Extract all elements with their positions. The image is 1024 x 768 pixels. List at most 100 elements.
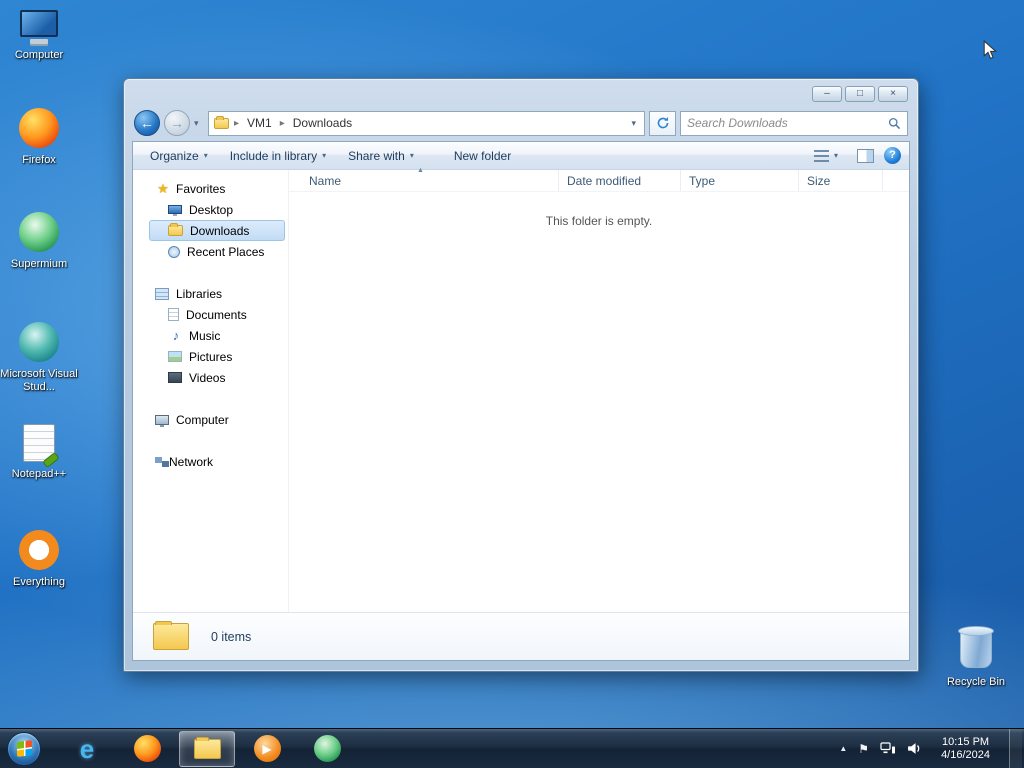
navigation-pane: ★ Favorites Desktop Downloads Recent Pla…: [133, 170, 289, 612]
details-pane: 0 items: [133, 612, 909, 660]
documents-icon: [168, 308, 179, 321]
sidebar-item-documents[interactable]: Documents: [149, 304, 285, 325]
sidebar-item-label: Recent Places: [187, 244, 265, 259]
include-in-library-label: Include in library: [229, 148, 318, 163]
sidebar-item-music[interactable]: ♪ Music: [149, 325, 285, 346]
visual-studio-icon: [19, 322, 59, 362]
back-button[interactable]: ←: [134, 110, 160, 136]
supermium-icon: [313, 735, 341, 762]
history-dropdown-button[interactable]: ▾: [194, 118, 204, 129]
change-view-button[interactable]: ▾: [805, 146, 847, 166]
taskbar-button-media-player[interactable]: ▶: [239, 731, 295, 767]
taskbar-button-supermium[interactable]: [299, 731, 355, 767]
desktop-icon-supermium[interactable]: Supermium: [0, 212, 78, 271]
taskbar-button-internet-explorer[interactable]: e: [59, 731, 115, 767]
new-folder-button[interactable]: New folder: [445, 145, 520, 167]
explorer-folder-icon: [193, 736, 221, 759]
desktop-icon-label: Recycle Bin: [946, 676, 1006, 688]
maximize-icon: □: [856, 88, 864, 99]
sidebar-item-network[interactable]: Network: [133, 451, 288, 472]
videos-icon: [168, 372, 182, 383]
sidebar-item-label: Documents: [186, 307, 247, 322]
sidebar-item-desktop[interactable]: Desktop: [149, 199, 285, 220]
sidebar-item-downloads[interactable]: Downloads: [149, 220, 285, 241]
sidebar-item-videos[interactable]: Videos: [149, 367, 285, 388]
action-center-icon[interactable]: ⚑: [858, 742, 869, 756]
column-header-date-modified[interactable]: Date modified: [559, 170, 681, 191]
title-bar[interactable]: – □ ×: [124, 79, 918, 105]
sidebar-item-label: Downloads: [190, 223, 250, 238]
sidebar-item-label: Network: [169, 454, 214, 469]
command-toolbar: Organize ▾ Include in library ▾ Share wi…: [133, 142, 909, 170]
forward-arrow-icon: →: [170, 115, 184, 131]
network-icon: [155, 456, 162, 463]
column-label: Date modified: [567, 174, 642, 188]
address-dropdown-button[interactable]: ▾: [628, 118, 639, 129]
desktop-icon-computer[interactable]: Computer: [0, 10, 78, 62]
column-header-size[interactable]: Size: [799, 170, 883, 191]
column-header-name[interactable]: ▲ Name: [289, 167, 559, 191]
show-desktop-button[interactable]: [1009, 729, 1022, 768]
supermium-icon: [19, 212, 59, 252]
help-button[interactable]: ?: [884, 147, 901, 164]
sidebar-item-label: Libraries: [176, 286, 223, 301]
breadcrumb-separator-icon: ▸: [234, 117, 240, 129]
column-label: Name: [309, 174, 342, 188]
address-bar[interactable]: ▸ VM1 ▸ Downloads ▾: [208, 110, 645, 136]
list-view-icon: [813, 149, 829, 162]
desktop-icon-firefox[interactable]: Firefox: [0, 108, 78, 167]
window-body: Organize ▾ Include in library ▾ Share wi…: [132, 141, 910, 661]
sidebar-item-computer[interactable]: Computer: [133, 409, 288, 430]
chevron-down-icon: ▾: [409, 151, 414, 160]
organize-label: Organize: [150, 148, 199, 163]
search-input[interactable]: [687, 116, 884, 130]
firefox-icon: [133, 735, 161, 762]
pictures-icon: [168, 351, 182, 362]
breadcrumb-root[interactable]: VM1: [244, 114, 275, 132]
desktop-icon-label: Everything: [13, 576, 65, 588]
recycle-bin-icon: [958, 626, 994, 668]
refresh-button[interactable]: [649, 110, 676, 136]
libraries-icon: [155, 287, 169, 300]
organize-button[interactable]: Organize ▾: [141, 145, 217, 167]
desktop-icon-label: Firefox: [22, 154, 56, 166]
include-in-library-button[interactable]: Include in library ▾: [221, 145, 335, 167]
volume-icon[interactable]: [907, 742, 922, 755]
desktop-icon-visual-studio[interactable]: Microsoft Visual Stud...: [0, 322, 78, 394]
file-list-area[interactable]: ▲ Name Date modified Type Size This fold…: [289, 167, 909, 612]
desktop-icon-label: Computer: [14, 49, 64, 61]
taskbar-button-explorer[interactable]: [179, 730, 235, 767]
sidebar-item-label: Desktop: [189, 202, 234, 217]
breadcrumb-current[interactable]: Downloads: [290, 114, 355, 132]
empty-folder-message: This folder is empty.: [545, 214, 653, 228]
start-button[interactable]: [7, 731, 41, 766]
media-player-icon: ▶: [253, 735, 281, 762]
column-header-type[interactable]: Type: [681, 170, 799, 191]
show-hidden-icons-button[interactable]: ▲: [839, 744, 847, 753]
sidebar-item-label: Videos: [189, 370, 226, 385]
forward-button[interactable]: →: [164, 110, 190, 136]
sidebar-item-favorites[interactable]: ★ Favorites: [133, 178, 288, 199]
desktop-icon-notepadpp[interactable]: Notepad++: [0, 424, 78, 481]
desktop-icon-recycle-bin[interactable]: Recycle Bin: [937, 626, 1015, 689]
sidebar-item-label: Pictures: [189, 349, 233, 364]
sidebar-item-pictures[interactable]: Pictures: [149, 346, 285, 367]
new-folder-label: New folder: [453, 148, 512, 163]
taskbar-button-firefox[interactable]: [119, 731, 175, 767]
clock[interactable]: 10:15 PM 4/16/2024: [933, 736, 998, 762]
recent-places-icon: [168, 245, 180, 258]
preview-pane-button[interactable]: [857, 148, 874, 163]
close-button[interactable]: ×: [878, 86, 908, 102]
minimize-button[interactable]: –: [812, 86, 842, 102]
sidebar-item-libraries[interactable]: Libraries: [133, 283, 288, 304]
sidebar-item-label: Favorites: [176, 181, 226, 196]
windows-logo-icon: [16, 739, 32, 758]
network-icon[interactable]: [880, 742, 896, 755]
share-with-button[interactable]: Share with ▾: [339, 145, 423, 167]
system-tray: ▲ ⚑ 10:15 PM 4/16/2024: [839, 729, 1024, 768]
close-icon: ×: [890, 88, 896, 99]
sidebar-item-recent-places[interactable]: Recent Places: [149, 241, 285, 262]
desktop-icon-everything[interactable]: Everything: [0, 530, 78, 589]
chevron-down-icon: ▾: [322, 151, 327, 160]
maximize-button[interactable]: □: [845, 86, 875, 102]
